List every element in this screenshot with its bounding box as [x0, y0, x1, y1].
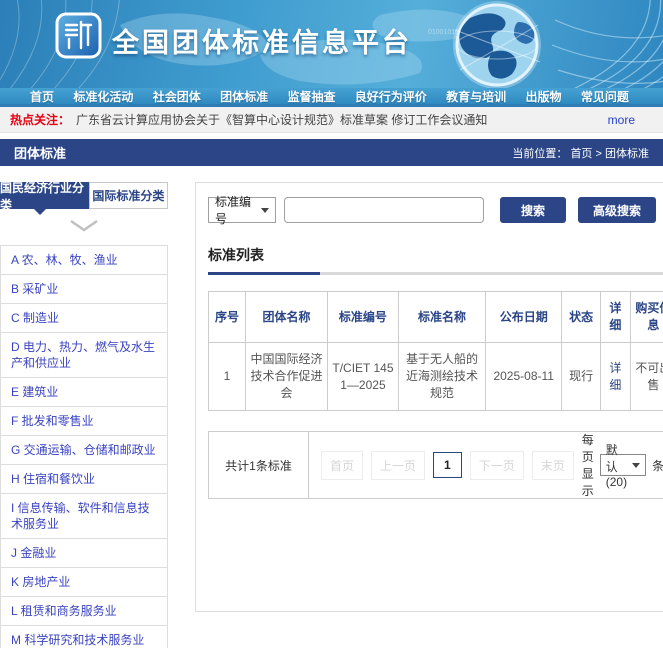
per-page-select[interactable]: 默认(20) — [600, 454, 646, 476]
detail-link[interactable]: 详细 — [609, 361, 621, 392]
standard-list-header: 标准列表 — [208, 245, 663, 275]
sidebar-item-information-technology[interactable]: I 信息传输、软件和信息技术服务业 — [1, 494, 167, 539]
col-organization: 团体名称 — [245, 292, 327, 343]
pagination: 共计1条标准 首页 上一页 1 下一页 末页 每页显示 默认(20) 条 — [208, 431, 663, 499]
sidebar-item-finance[interactable]: J 金融业 — [1, 539, 167, 568]
standards-table: 序号 团体名称 标准编号 标准名称 公布日期 状态 详细 购买信息 1 中国国际… — [208, 291, 663, 411]
cell-index: 1 — [209, 343, 246, 411]
chevron-down-icon — [261, 208, 269, 213]
last-page-button[interactable]: 末页 — [532, 451, 574, 480]
nav-item-publications[interactable]: 出版物 — [526, 88, 562, 105]
hot-topics-bar: 热点关注： 广东省云计算应用协会关于《智算中心设计规范》标准草案 修订工作会议通… — [0, 107, 663, 133]
sidebar-item-hospitality[interactable]: H 住宿和餐饮业 — [1, 465, 167, 494]
main-panel: 标准编号 搜索 高级搜索 标准列表 序号 团体名称 标准编号 标准名称 公布日 — [195, 182, 663, 612]
standard-list-title: 标准列表 — [208, 245, 320, 275]
nav-item-education[interactable]: 教育与培训 — [446, 88, 506, 105]
sidebar-item-wholesale-retail[interactable]: F 批发和零售业 — [1, 407, 167, 436]
col-status: 状态 — [562, 292, 601, 343]
category-list: A 农、林、牧、渔业 B 采矿业 C 制造业 D 电力、热力、燃气及水生产和供应… — [0, 245, 168, 648]
nav-item-supervision[interactable]: 监督抽查 — [287, 88, 335, 105]
current-page-button[interactable]: 1 — [433, 452, 462, 478]
sidebar-item-leasing-business[interactable]: L 租赁和商务服务业 — [1, 597, 167, 626]
nav-item-good-behavior[interactable]: 良好行为评价 — [355, 88, 427, 105]
chevron-down-icon — [69, 219, 99, 232]
section-bar: 团体标准 当前位置： 首页 > 团体标准 — [0, 139, 663, 166]
next-page-button[interactable]: 下一页 — [470, 451, 524, 480]
hot-topics-label: 热点关注： — [10, 111, 70, 128]
breadcrumb-label: 当前位置： — [512, 148, 567, 160]
tab-national-economy-classification[interactable]: 国民经济行业分类 — [0, 182, 89, 209]
cell-standard-code: T/CIET 1451—2025 — [328, 343, 399, 411]
breadcrumb: 当前位置： 首页 > 团体标准 — [512, 145, 649, 161]
nav-item-social-groups[interactable]: 社会团体 — [153, 88, 201, 105]
main-nav: 首页 标准化活动 社会团体 团体标准 监督抽查 良好行为评价 教育与培训 出版物… — [0, 88, 663, 107]
cell-standard-name: 基于无人船的近海测绘技术规范 — [398, 343, 486, 411]
advanced-search-button[interactable]: 高级搜索 — [578, 197, 656, 223]
sidebar-item-scientific-research[interactable]: M 科学研究和技术服务业 — [1, 626, 167, 648]
more-link[interactable]: more — [608, 113, 635, 127]
total-count: 共计1条标准 — [209, 432, 309, 498]
nav-item-faq[interactable]: 常见问题 — [581, 88, 629, 105]
sidebar-item-manufacturing[interactable]: C 制造业 — [1, 304, 167, 333]
col-index: 序号 — [209, 292, 246, 343]
nav-item-standardization-activities[interactable]: 标准化活动 — [73, 88, 133, 105]
search-field-select-value: 标准编号 — [215, 193, 261, 227]
per-page-select-value: 默认(20) — [606, 441, 627, 489]
sidebar-item-utilities[interactable]: D 电力、热力、燃气及水生产和供应业 — [1, 333, 167, 378]
per-page-unit: 条 — [652, 457, 663, 474]
content-area: 国民经济行业分类 国际标准分类 A 农、林、牧、渔业 B 采矿业 C 制造业 D… — [0, 166, 663, 648]
nav-item-group-standards[interactable]: 团体标准 — [220, 88, 268, 105]
search-input[interactable] — [284, 197, 484, 223]
breadcrumb-current: 团体标准 — [605, 148, 649, 160]
platform-logo-icon[interactable] — [55, 12, 102, 59]
sidebar-item-real-estate[interactable]: K 房地产业 — [1, 568, 167, 597]
cell-publish-date: 2025-08-11 — [486, 343, 562, 411]
col-detail: 详细 — [601, 292, 631, 343]
pager-controls: 首页 上一页 1 下一页 末页 每页显示 默认(20) 条 — [309, 432, 663, 498]
col-standard-code: 标准编号 — [328, 292, 399, 343]
col-publish-date: 公布日期 — [486, 292, 562, 343]
per-page-control: 每页显示 默认(20) 条 — [582, 431, 663, 499]
nav-item-home[interactable]: 首页 — [30, 88, 54, 105]
breadcrumb-home-link[interactable]: 首页 — [570, 148, 592, 160]
search-field-select[interactable]: 标准编号 — [208, 197, 276, 223]
section-title: 团体标准 — [14, 143, 66, 162]
sidebar-item-transport-logistics[interactable]: G 交通运输、仓储和邮政业 — [1, 436, 167, 465]
sidebar-item-agriculture[interactable]: A 农、林、牧、渔业 — [1, 246, 167, 275]
table-row: 1 中国国际经济技术合作促进会 T/CIET 1451—2025 基于无人船的近… — [209, 343, 663, 411]
sidebar-tabs: 国民经济行业分类 国际标准分类 — [0, 182, 168, 209]
first-page-button[interactable]: 首页 — [321, 451, 363, 480]
cell-status: 现行 — [562, 343, 601, 411]
tab-international-standard-classification[interactable]: 国际标准分类 — [89, 182, 168, 209]
table-header-row: 序号 团体名称 标准编号 标准名称 公布日期 状态 详细 购买信息 — [209, 292, 663, 343]
sidebar-item-mining[interactable]: B 采矿业 — [1, 275, 167, 304]
sidebar: 国民经济行业分类 国际标准分类 A 农、林、牧、渔业 B 采矿业 C 制造业 D… — [0, 182, 168, 648]
chevron-down-icon — [632, 463, 640, 468]
cell-purchase-info: 不可出售 — [630, 343, 663, 411]
col-standard-name: 标准名称 — [398, 292, 486, 343]
search-button[interactable]: 搜索 — [500, 197, 566, 223]
col-purchase-info: 购买信息 — [630, 292, 663, 343]
page-title: 全国团体标准信息平台 — [112, 21, 412, 60]
per-page-label: 每页显示 — [582, 431, 594, 499]
sidebar-collapse-control[interactable] — [0, 209, 168, 245]
prev-page-button[interactable]: 上一页 — [371, 451, 425, 480]
site-header: 0100101011 — [0, 0, 663, 88]
globe-icon — [453, 1, 541, 88]
cell-organization: 中国国际经济技术合作促进会 — [245, 343, 327, 411]
breadcrumb-separator: > — [596, 148, 602, 160]
search-bar: 标准编号 搜索 高级搜索 — [208, 197, 663, 223]
hot-news-link[interactable]: 广东省云计算应用协会关于《智算中心设计规范》标准草案 修订工作会议通知 — [76, 111, 487, 128]
sidebar-item-construction[interactable]: E 建筑业 — [1, 378, 167, 407]
